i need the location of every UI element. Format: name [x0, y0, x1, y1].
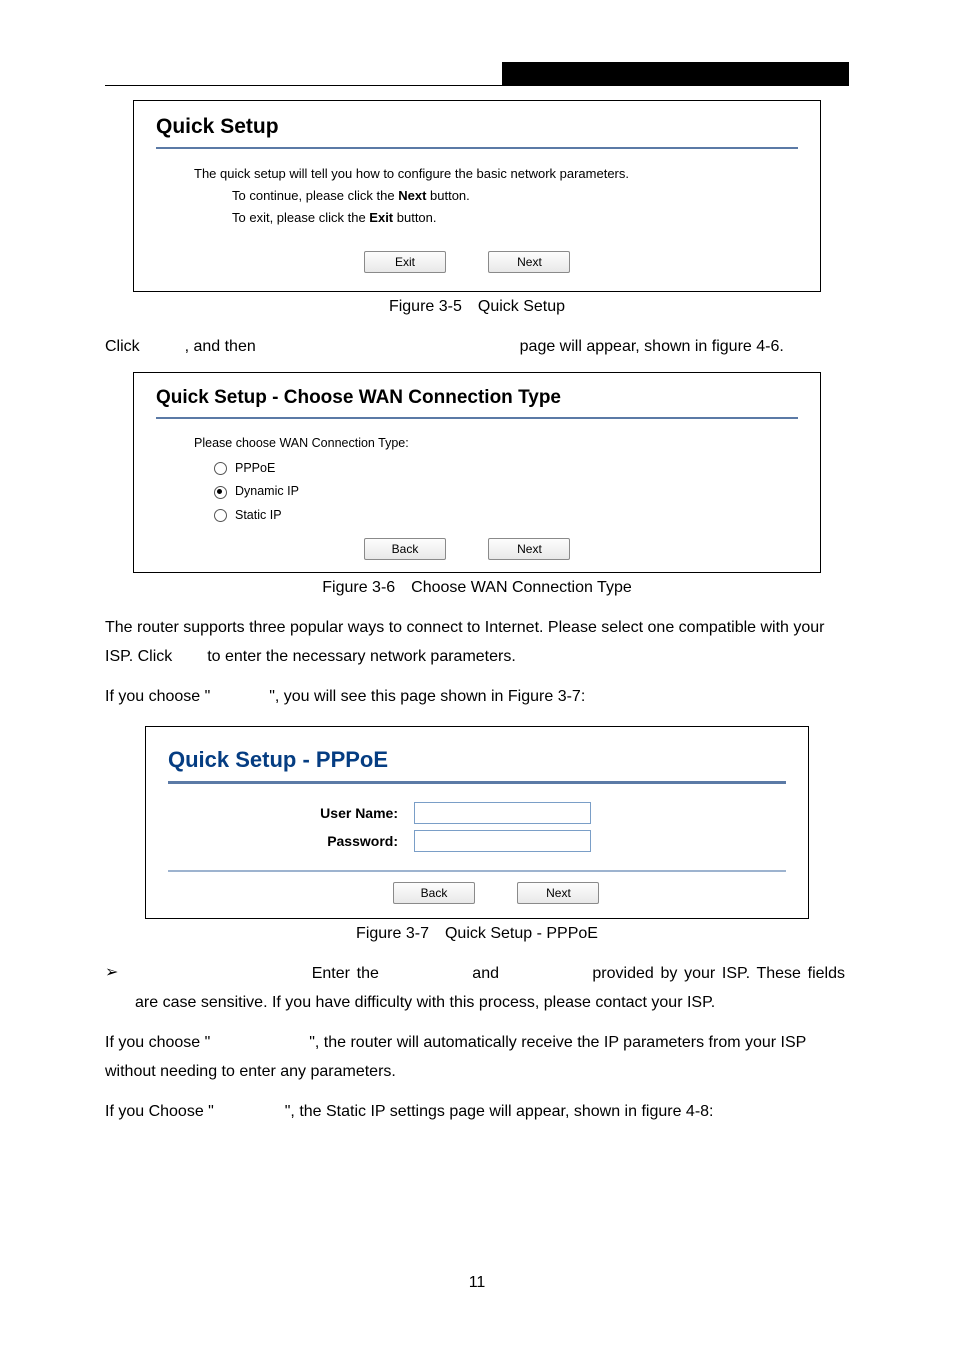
paragraph-2: The router supports three popular ways t…: [105, 613, 849, 672]
radio-static-ip[interactable]: Static IP: [214, 505, 798, 526]
username-input[interactable]: [414, 802, 591, 824]
back-button[interactable]: Back: [393, 882, 475, 904]
next-button[interactable]: Next: [517, 882, 599, 904]
panel-c-title: Quick Setup - PPPoE: [168, 747, 786, 773]
text: to enter the necessary network parameter…: [207, 648, 516, 665]
panel-b-title: Quick Setup - Choose WAN Connection Type: [156, 387, 798, 409]
radio-dynamic-ip[interactable]: Dynamic IP: [214, 481, 798, 502]
radio-label: Dynamic IP: [235, 481, 299, 502]
panel-a-title: Quick Setup: [156, 115, 798, 139]
bold-exit: Exit: [369, 210, 393, 225]
panel-a-line3: To exit, please click the Exit button.: [156, 207, 798, 229]
text: To continue, please click the: [232, 188, 398, 203]
figure-3-5-panel: Quick Setup The quick setup will tell yo…: [133, 100, 821, 292]
text: button.: [426, 188, 469, 203]
figure-3-6-caption: Figure 3-6 Choose WAN Connection Type: [105, 579, 849, 597]
label-username: User Name:: [168, 805, 414, 821]
page-number: 11: [105, 1274, 849, 1292]
radio-label: Static IP: [235, 505, 282, 526]
divider: [156, 417, 798, 419]
radio-pppoe[interactable]: PPPoE: [214, 458, 798, 479]
header-black-banner: [502, 62, 849, 86]
paragraph-3: If you choose " ", you will see this pag…: [105, 682, 849, 712]
text: button.: [393, 210, 436, 225]
text: , and then: [185, 338, 261, 355]
panel-b-prompt: Please choose WAN Connection Type:: [156, 433, 798, 454]
paragraph-5: If you Choose " ", the Static IP setting…: [105, 1097, 849, 1127]
text: page will appear, shown in figure 4-6.: [520, 338, 784, 355]
bullet-icon: ➢: [105, 959, 135, 988]
next-button[interactable]: Next: [488, 538, 570, 560]
text: ", you will see this page shown in Figur…: [269, 688, 585, 705]
figure-3-7-panel: Quick Setup - PPPoE User Name: Password:…: [145, 726, 809, 919]
panel-a-line1: The quick setup will tell you how to con…: [156, 163, 798, 185]
paragraph-4: If you choose " ", the router will autom…: [105, 1028, 849, 1087]
password-input[interactable]: [414, 830, 591, 852]
text: To exit, please click the: [232, 210, 369, 225]
radio-icon: [214, 486, 227, 499]
label-password: Password:: [168, 833, 414, 849]
back-button[interactable]: Back: [364, 538, 446, 560]
figure-3-5-caption: Figure 3-5 Quick Setup: [105, 298, 849, 316]
radio-icon: [214, 509, 227, 522]
bullet-text: Enter the and provided by your ISP. Thes…: [135, 959, 845, 1018]
radio-label: PPPoE: [235, 458, 275, 479]
paragraph-1: Click , and then page will appear, shown…: [105, 332, 849, 362]
text: If you choose ": [105, 1034, 215, 1051]
text: Click: [105, 338, 144, 355]
next-button[interactable]: Next: [488, 251, 570, 273]
text: If you choose ": [105, 688, 215, 705]
text: If you Choose ": [105, 1103, 218, 1120]
exit-button[interactable]: Exit: [364, 251, 446, 273]
bold-next: Next: [398, 188, 426, 203]
divider: [168, 781, 786, 784]
text: Enter the: [312, 965, 386, 982]
radio-icon: [214, 462, 227, 475]
text: and: [472, 965, 505, 982]
divider: [156, 147, 798, 149]
figure-3-6-panel: Quick Setup - Choose WAN Connection Type…: [133, 372, 821, 573]
figure-3-7-caption: Figure 3-7 Quick Setup - PPPoE: [105, 925, 849, 943]
bullet-account-password: ➢ Enter the and provided by your ISP. Th…: [105, 959, 849, 1018]
divider: [168, 870, 786, 872]
panel-a-line2: To continue, please click the Next butto…: [156, 185, 798, 207]
text: ", the Static IP settings page will appe…: [285, 1103, 714, 1120]
header-rule: [105, 85, 849, 86]
